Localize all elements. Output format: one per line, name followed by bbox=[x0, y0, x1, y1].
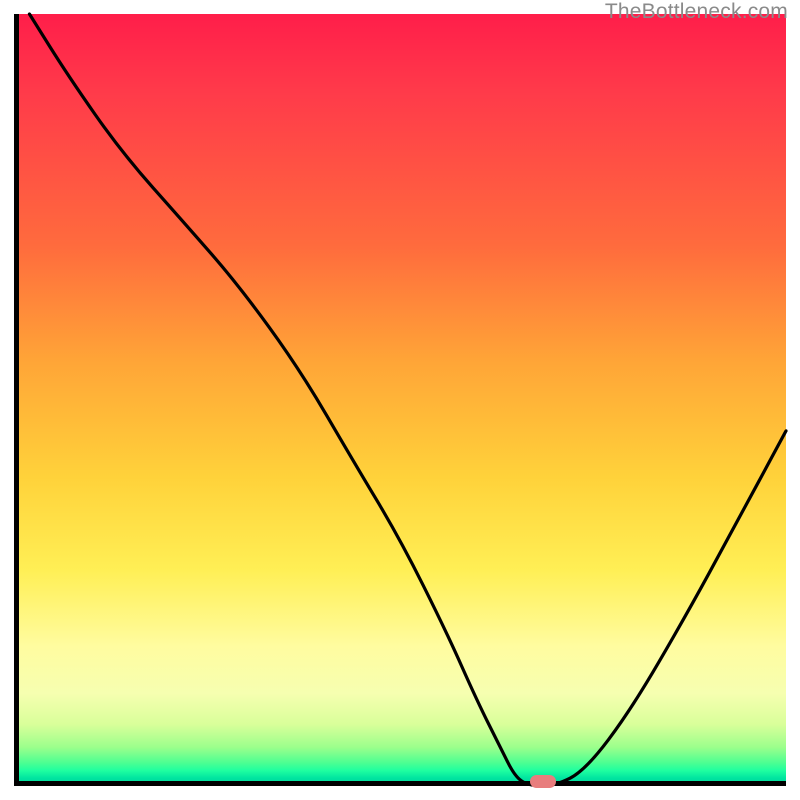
optimal-point-marker bbox=[530, 775, 556, 788]
bottleneck-curve bbox=[14, 14, 786, 786]
chart-container: TheBottleneck.com bbox=[0, 0, 800, 800]
watermark-text: TheBottleneck.com bbox=[605, 0, 788, 24]
